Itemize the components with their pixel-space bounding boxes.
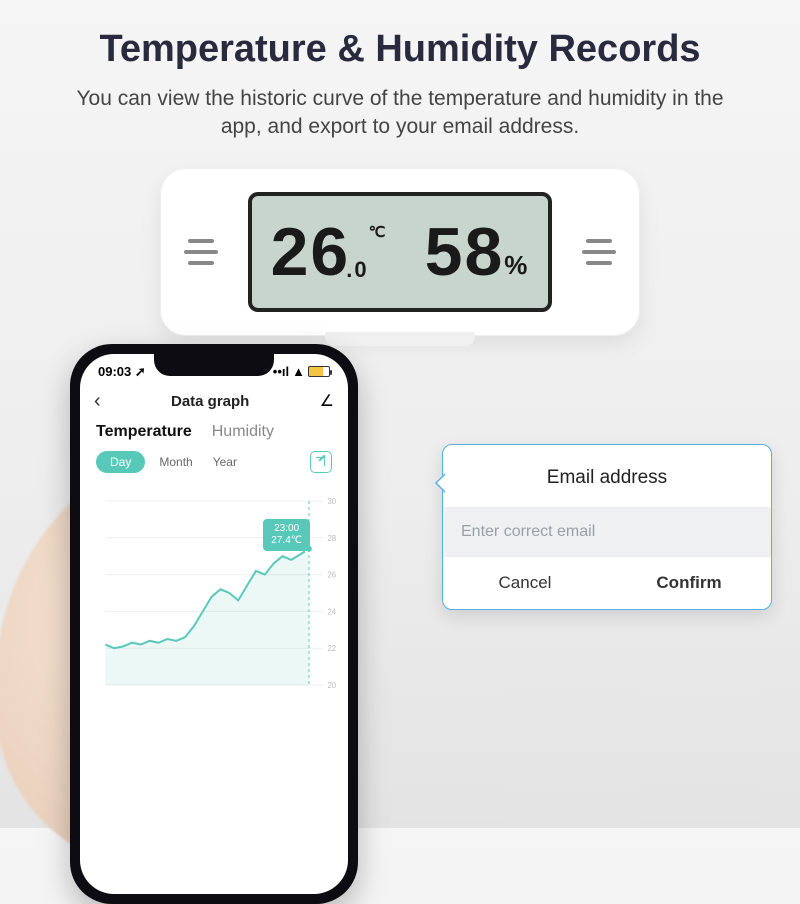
cancel-button[interactable]: Cancel xyxy=(443,557,607,609)
hero-title: Temperature & Humidity Records xyxy=(0,28,800,71)
battery-icon xyxy=(308,366,330,377)
confirm-button[interactable]: Confirm xyxy=(607,557,771,609)
svg-text:20: 20 xyxy=(328,681,337,690)
svg-text:28: 28 xyxy=(328,533,337,542)
popup-title: Email address xyxy=(443,445,771,507)
wifi-icon: ▲ xyxy=(292,364,305,379)
back-button[interactable]: ‹ xyxy=(94,390,101,413)
signal-icon: ••ıl xyxy=(273,364,289,379)
phone-frame: 09:03 ➚ ••ıl ▲ ‹ Data graph ∠ Temperatur… xyxy=(70,344,358,904)
range-day[interactable]: Day xyxy=(96,451,145,473)
hero-subtitle: You can view the historic curve of the t… xyxy=(60,85,740,142)
lcd-humidity: 58 xyxy=(425,213,505,291)
tab-temperature[interactable]: Temperature xyxy=(96,423,192,441)
lcd-temp-int: 26 xyxy=(271,213,351,291)
svg-text:30: 30 xyxy=(328,497,337,506)
lcd-humidity-unit: % xyxy=(504,250,529,281)
lcd-temp-dec: .0 xyxy=(346,257,368,283)
tab-humidity[interactable]: Humidity xyxy=(212,423,274,441)
screen-title: Data graph xyxy=(171,393,249,410)
chart-tooltip: 23:00 27.4℃ xyxy=(263,519,310,551)
export-icon[interactable] xyxy=(310,451,332,473)
vent-icon xyxy=(582,239,616,265)
lcd-temp-unit: ℃ xyxy=(369,223,388,241)
phone-notch xyxy=(154,354,274,376)
svg-text:26: 26 xyxy=(328,570,337,579)
svg-text:24: 24 xyxy=(328,607,337,616)
lcd-display: 26 .0 ℃ 58 % xyxy=(248,192,552,312)
range-year[interactable]: Year xyxy=(207,451,243,473)
edit-button[interactable]: ∠ xyxy=(320,391,334,411)
email-popup: Email address Enter correct email Cancel… xyxy=(442,444,772,610)
sensor-device: 26 .0 ℃ 58 % xyxy=(160,168,640,336)
status-time: 09:03 ➚ xyxy=(98,364,146,380)
email-field[interactable]: Enter correct email xyxy=(443,507,771,557)
temperature-chart[interactable]: 20 22 24 26 28 30 23:00 27.4℃ xyxy=(88,483,340,703)
range-month[interactable]: Month xyxy=(153,451,198,473)
svg-text:22: 22 xyxy=(328,644,337,653)
vent-icon xyxy=(184,239,218,265)
